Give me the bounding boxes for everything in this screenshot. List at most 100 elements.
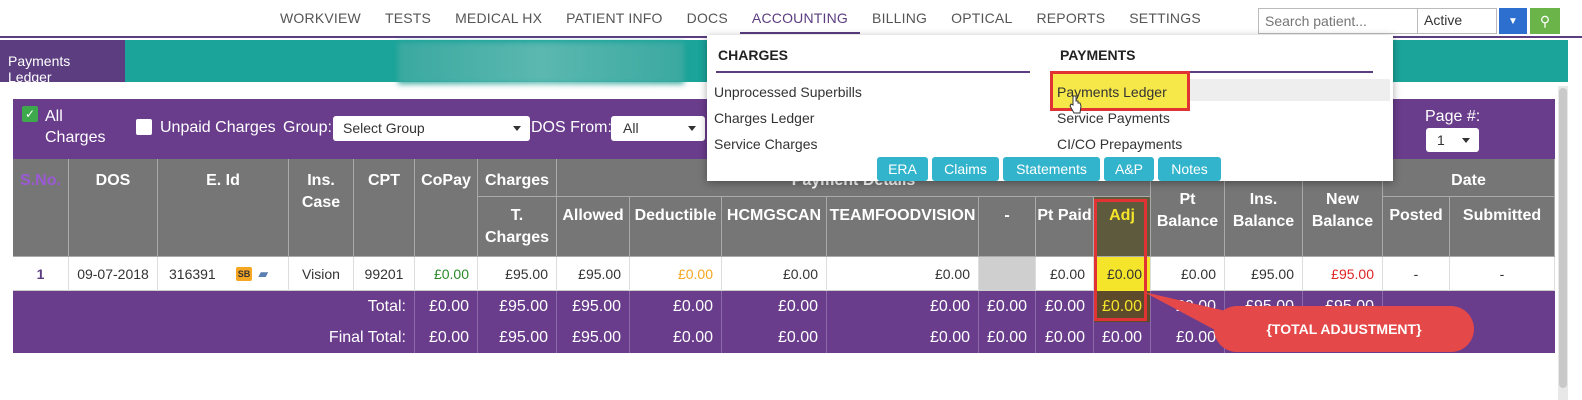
menu-charges-ledger[interactable]: Charges Ledger xyxy=(714,110,814,126)
menu-cico-prepayments[interactable]: CI/CO Prepayments xyxy=(1057,136,1182,152)
all-charges-label: All Charges xyxy=(45,108,106,146)
nav-patient-info[interactable]: PATIENT INFO xyxy=(554,10,675,34)
col-ins-case[interactable]: Ins. Case xyxy=(289,159,354,257)
final-allowed: £95.00 xyxy=(557,322,630,353)
cell-submitted: - xyxy=(1450,257,1555,291)
dos-from-value: All xyxy=(623,120,639,136)
nav-billing[interactable]: BILLING xyxy=(860,10,939,34)
menu-service-charges[interactable]: Service Charges xyxy=(714,136,818,152)
col-pt-paid[interactable]: Pt Paid xyxy=(1036,197,1094,257)
caret-down-icon xyxy=(1462,138,1470,143)
caret-down-icon: ▼ xyxy=(1508,15,1518,27)
col-allowed[interactable]: Allowed xyxy=(557,197,630,257)
charges-divider xyxy=(716,71,1030,73)
group-select-value: Select Group xyxy=(343,120,425,136)
col-deductible[interactable]: Deductible xyxy=(630,197,722,257)
tab-payments-ledger[interactable]: Payments Ledger xyxy=(0,40,125,85)
cell-pt-balance: £0.00 xyxy=(1151,257,1225,291)
hand-cursor-icon xyxy=(1069,95,1082,114)
cell-cpt: 99201 xyxy=(354,257,415,291)
col-sno[interactable]: S.No. xyxy=(13,159,69,257)
total-copay: £0.00 xyxy=(415,291,478,322)
col-hcmgscan[interactable]: HCMGSCAN xyxy=(722,197,827,257)
col-dos[interactable]: DOS xyxy=(69,159,158,257)
col-submitted[interactable]: Submitted xyxy=(1450,197,1555,257)
nav-medical-hx[interactable]: MEDICAL HX xyxy=(443,10,554,34)
nav-docs[interactable]: DOCS xyxy=(675,10,740,34)
search-icon: ⚲ xyxy=(1539,12,1551,29)
group-select[interactable]: Select Group xyxy=(333,116,530,141)
dos-from-label: DOS From: xyxy=(531,119,612,136)
search-button[interactable]: ⚲ xyxy=(1530,8,1560,34)
cell-teamfoodvision: £0.00 xyxy=(827,257,979,291)
nav-tests[interactable]: TESTS xyxy=(373,10,443,34)
final-hcmgscan: £0.00 xyxy=(722,322,827,353)
final-copay: £0.00 xyxy=(415,322,478,353)
cell-ins-case: Vision xyxy=(289,257,354,291)
nav-settings[interactable]: SETTINGS xyxy=(1117,10,1213,34)
menu-charges-title: CHARGES xyxy=(718,47,789,63)
group-label: Group: xyxy=(283,119,332,136)
cell-copay: £0.00 xyxy=(415,257,478,291)
cell-pt-paid: £0.00 xyxy=(1036,257,1094,291)
scrollbar-thumb[interactable] xyxy=(1559,88,1567,388)
main-menu: WORKVIEW TESTS MEDICAL HX PATIENT INFO D… xyxy=(268,10,1213,34)
cell-new-balance: £95.00 xyxy=(1303,257,1383,291)
col-eid[interactable]: E. Id xyxy=(158,159,289,257)
search-patient-input[interactable] xyxy=(1258,8,1418,34)
final-pt-paid: £0.00 xyxy=(1036,322,1094,353)
total-t-charges: £95.00 xyxy=(478,291,557,322)
statements-button[interactable]: Statements xyxy=(1003,157,1100,181)
book-icon[interactable]: ▰ xyxy=(258,266,268,282)
ap-button[interactable]: A&P xyxy=(1104,157,1154,181)
encounter-id[interactable]: 316391 xyxy=(169,266,216,282)
sb-badge[interactable]: SB xyxy=(235,267,253,281)
page-number-select[interactable]: 1 xyxy=(1426,128,1479,152)
menu-unprocessed-superbills[interactable]: Unprocessed Superbills xyxy=(714,84,862,100)
cell-eid: 316391 SB ▰ xyxy=(158,257,289,291)
final-deductible: £0.00 xyxy=(630,322,722,353)
all-charges-checkbox[interactable]: ✓ xyxy=(22,106,38,122)
total-label: Total: xyxy=(13,291,415,322)
unpaid-charges-label: Unpaid Charges xyxy=(160,119,276,136)
cell-dos: 09-07-2018 xyxy=(69,257,158,291)
nav-workview[interactable]: WORKVIEW xyxy=(268,10,373,34)
notes-button[interactable]: Notes xyxy=(1158,157,1221,181)
caret-down-icon xyxy=(513,126,521,131)
final-total-label: Final Total: xyxy=(13,322,415,353)
col-teamfoodvision[interactable]: TEAMFOODVISION xyxy=(827,197,979,257)
page-number-label: Page #: xyxy=(1425,108,1481,125)
cell-deductible: £0.00 xyxy=(630,257,722,291)
cell-t-charges: £95.00 xyxy=(478,257,557,291)
final-teamfoodvision: £0.00 xyxy=(827,322,979,353)
col-dash[interactable]: - xyxy=(979,197,1036,257)
total-allowed: £95.00 xyxy=(557,291,630,322)
total-deductible: £0.00 xyxy=(630,291,722,322)
nav-optical[interactable]: OPTICAL xyxy=(939,10,1024,34)
col-t-charges[interactable]: T. Charges xyxy=(478,197,557,257)
cell-posted: - xyxy=(1383,257,1450,291)
total-adjustment-callout: {TOTAL ADJUSTMENT} xyxy=(1214,306,1474,352)
col-posted[interactable]: Posted xyxy=(1383,197,1450,257)
cell-ins-balance: £95.00 xyxy=(1225,257,1303,291)
blurred-patient-info xyxy=(398,42,684,84)
unpaid-charges-checkbox[interactable] xyxy=(136,119,152,135)
col-charges[interactable]: Charges xyxy=(478,159,557,197)
era-button[interactable]: ERA xyxy=(877,157,928,181)
status-select[interactable]: Active xyxy=(1417,8,1497,34)
cell-allowed: £95.00 xyxy=(557,257,630,291)
claims-button[interactable]: Claims xyxy=(932,157,999,181)
final-t-charges: £95.00 xyxy=(478,322,557,353)
status-dropdown-button[interactable]: ▼ xyxy=(1499,8,1527,34)
nav-accounting[interactable]: ACCOUNTING xyxy=(739,10,861,34)
page-number-value: 1 xyxy=(1437,132,1445,148)
cell-sno: 1 xyxy=(13,257,69,291)
nav-reports[interactable]: REPORTS xyxy=(1024,10,1117,34)
menu-payments-title: PAYMENTS xyxy=(1060,47,1136,63)
col-date: Date xyxy=(1383,159,1555,197)
cell-hcmgscan: £0.00 xyxy=(722,257,827,291)
col-cpt[interactable]: CPT xyxy=(354,159,415,257)
col-copay[interactable]: CoPay xyxy=(415,159,478,257)
dos-from-select[interactable]: All xyxy=(611,116,705,141)
final-dash: £0.00 xyxy=(979,322,1036,353)
